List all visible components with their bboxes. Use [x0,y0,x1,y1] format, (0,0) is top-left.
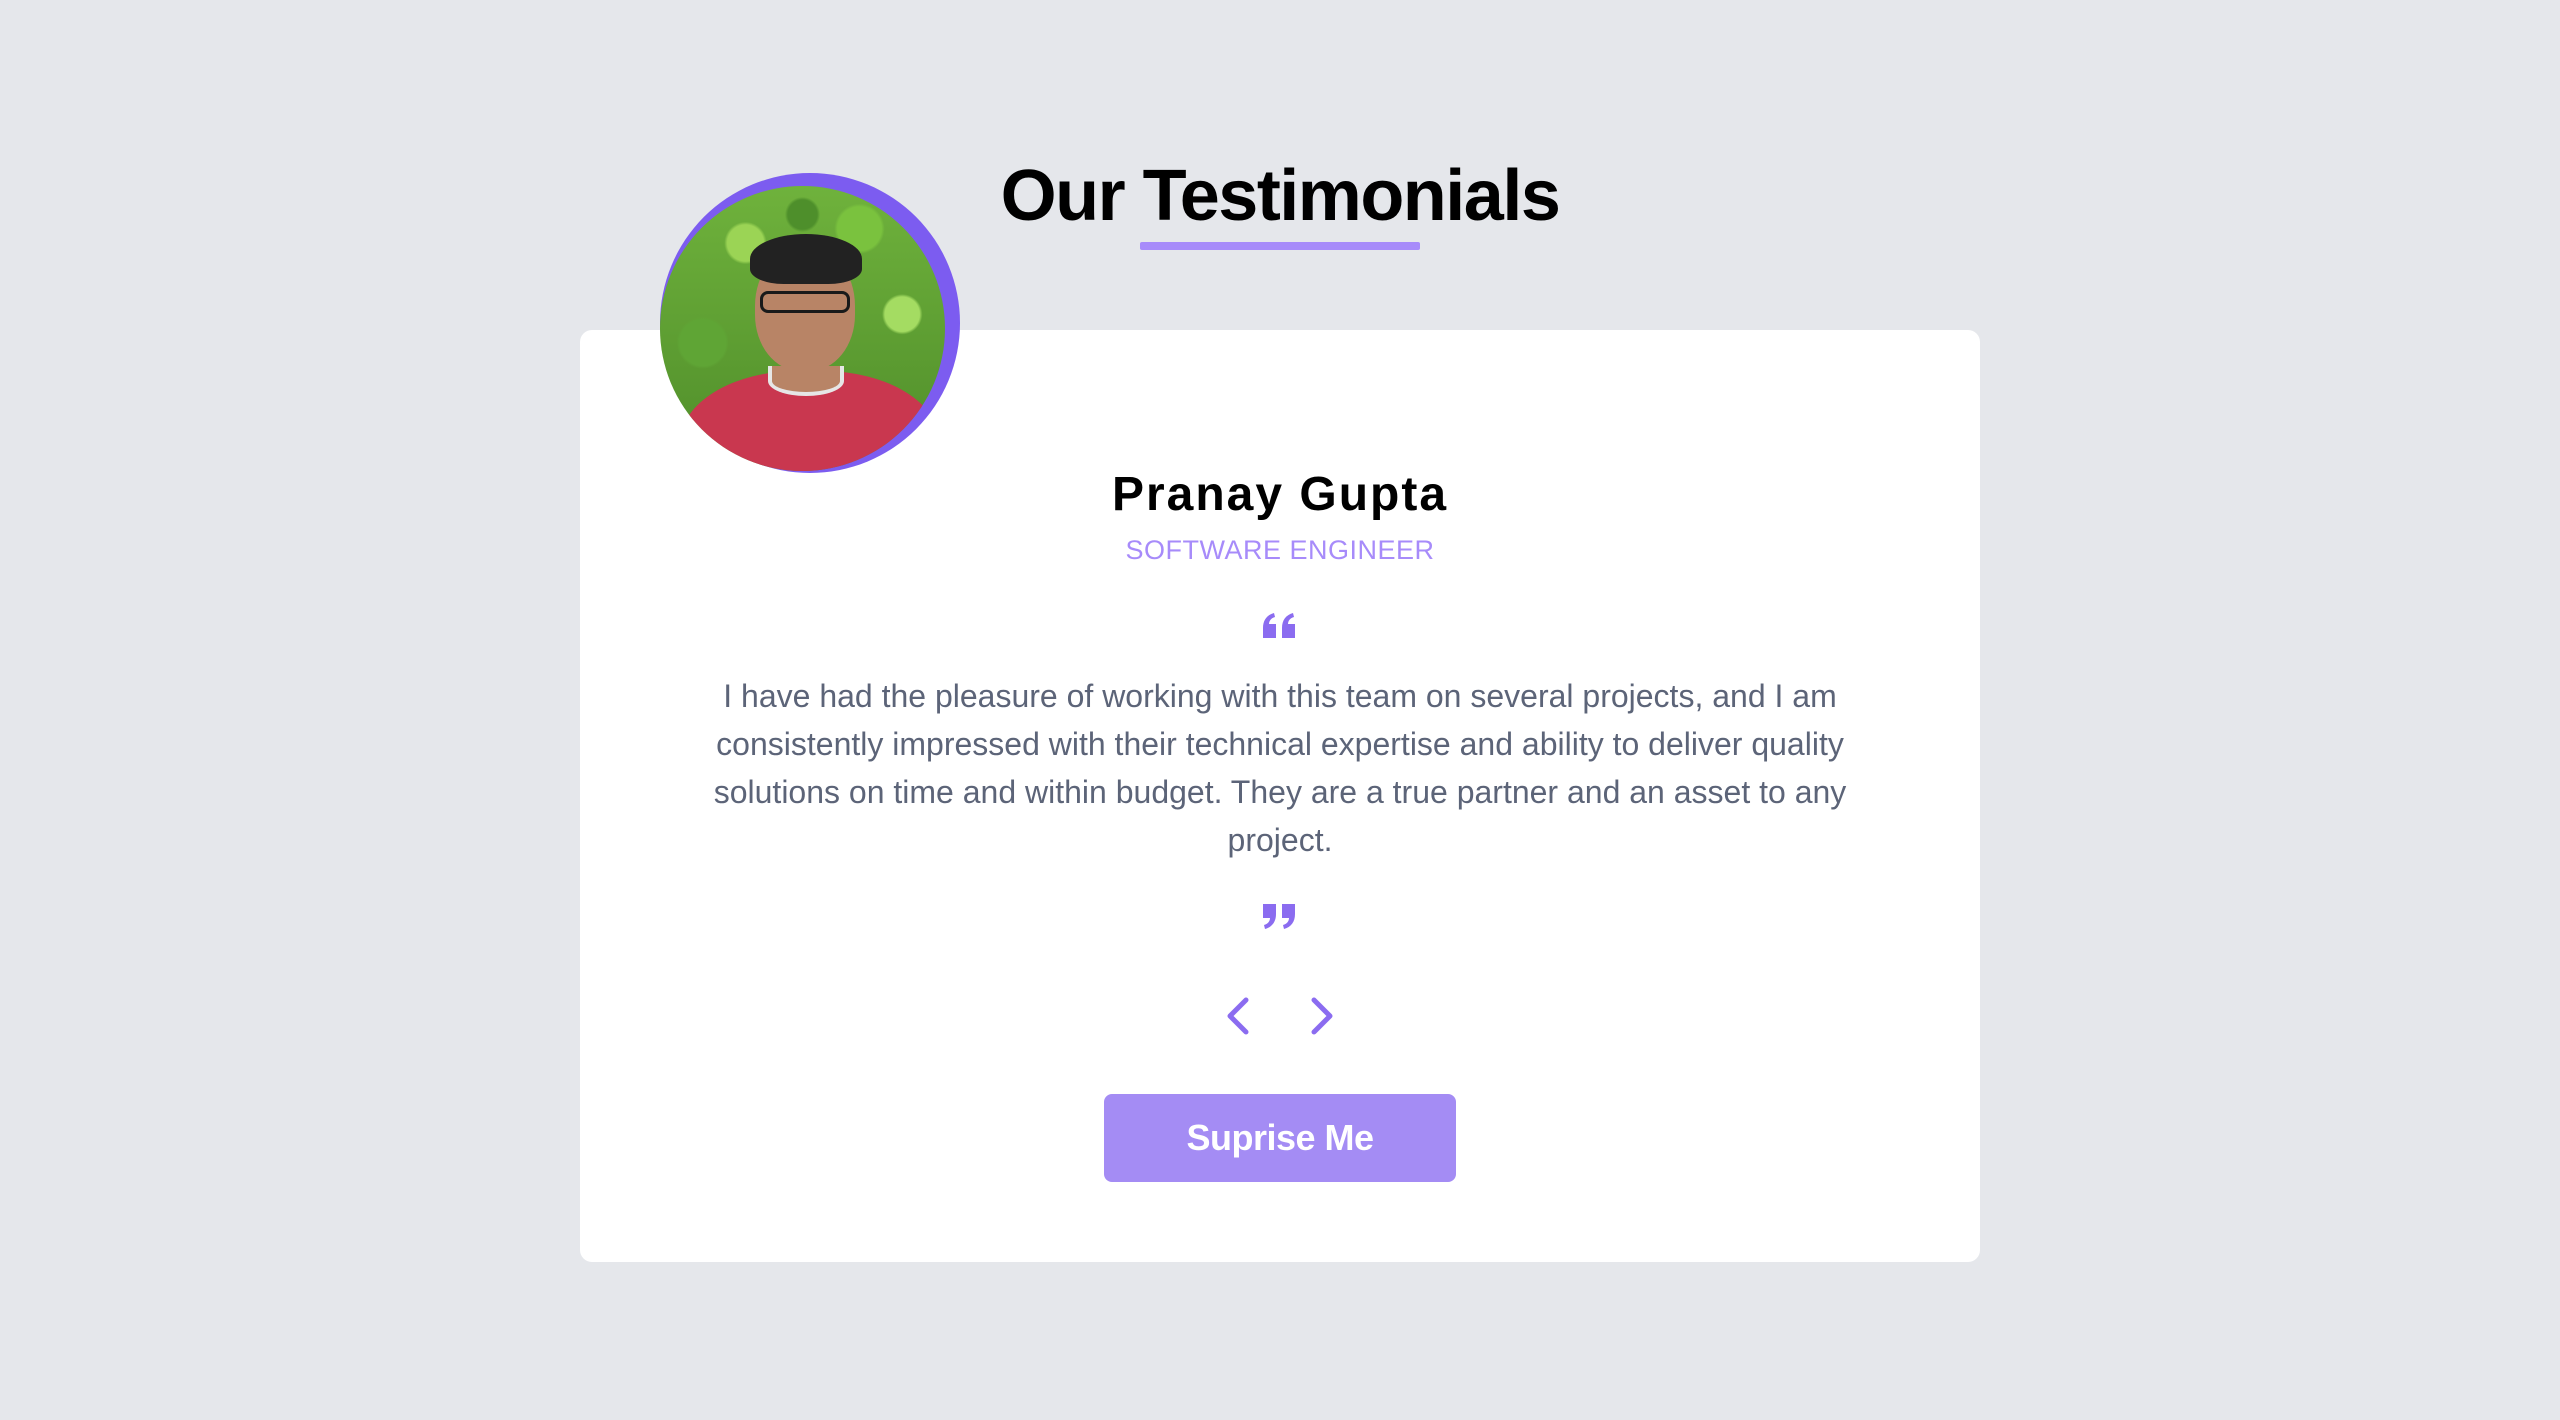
avatar-photo [660,186,945,471]
prev-button[interactable] [1208,990,1268,1042]
testimonial-text: I have had the pleasure of working with … [713,678,1847,858]
avatar [660,173,960,473]
section-header: Our Testimonials [0,148,2560,244]
title-underline [1140,242,1420,250]
page-title: Our Testimonials [1000,156,1561,236]
person-role: SOFTWARE ENGINEER [1125,535,1435,565]
chevron-left-icon [1227,997,1249,1035]
surprise-me-button[interactable]: Suprise Me [1104,1094,1456,1182]
chevron-right-icon [1311,997,1333,1035]
quote-left-icon [1260,608,1300,648]
next-button[interactable] [1292,990,1352,1042]
person-name: Pranay Gupta [1111,468,1449,521]
quote-right-icon [1260,896,1300,936]
